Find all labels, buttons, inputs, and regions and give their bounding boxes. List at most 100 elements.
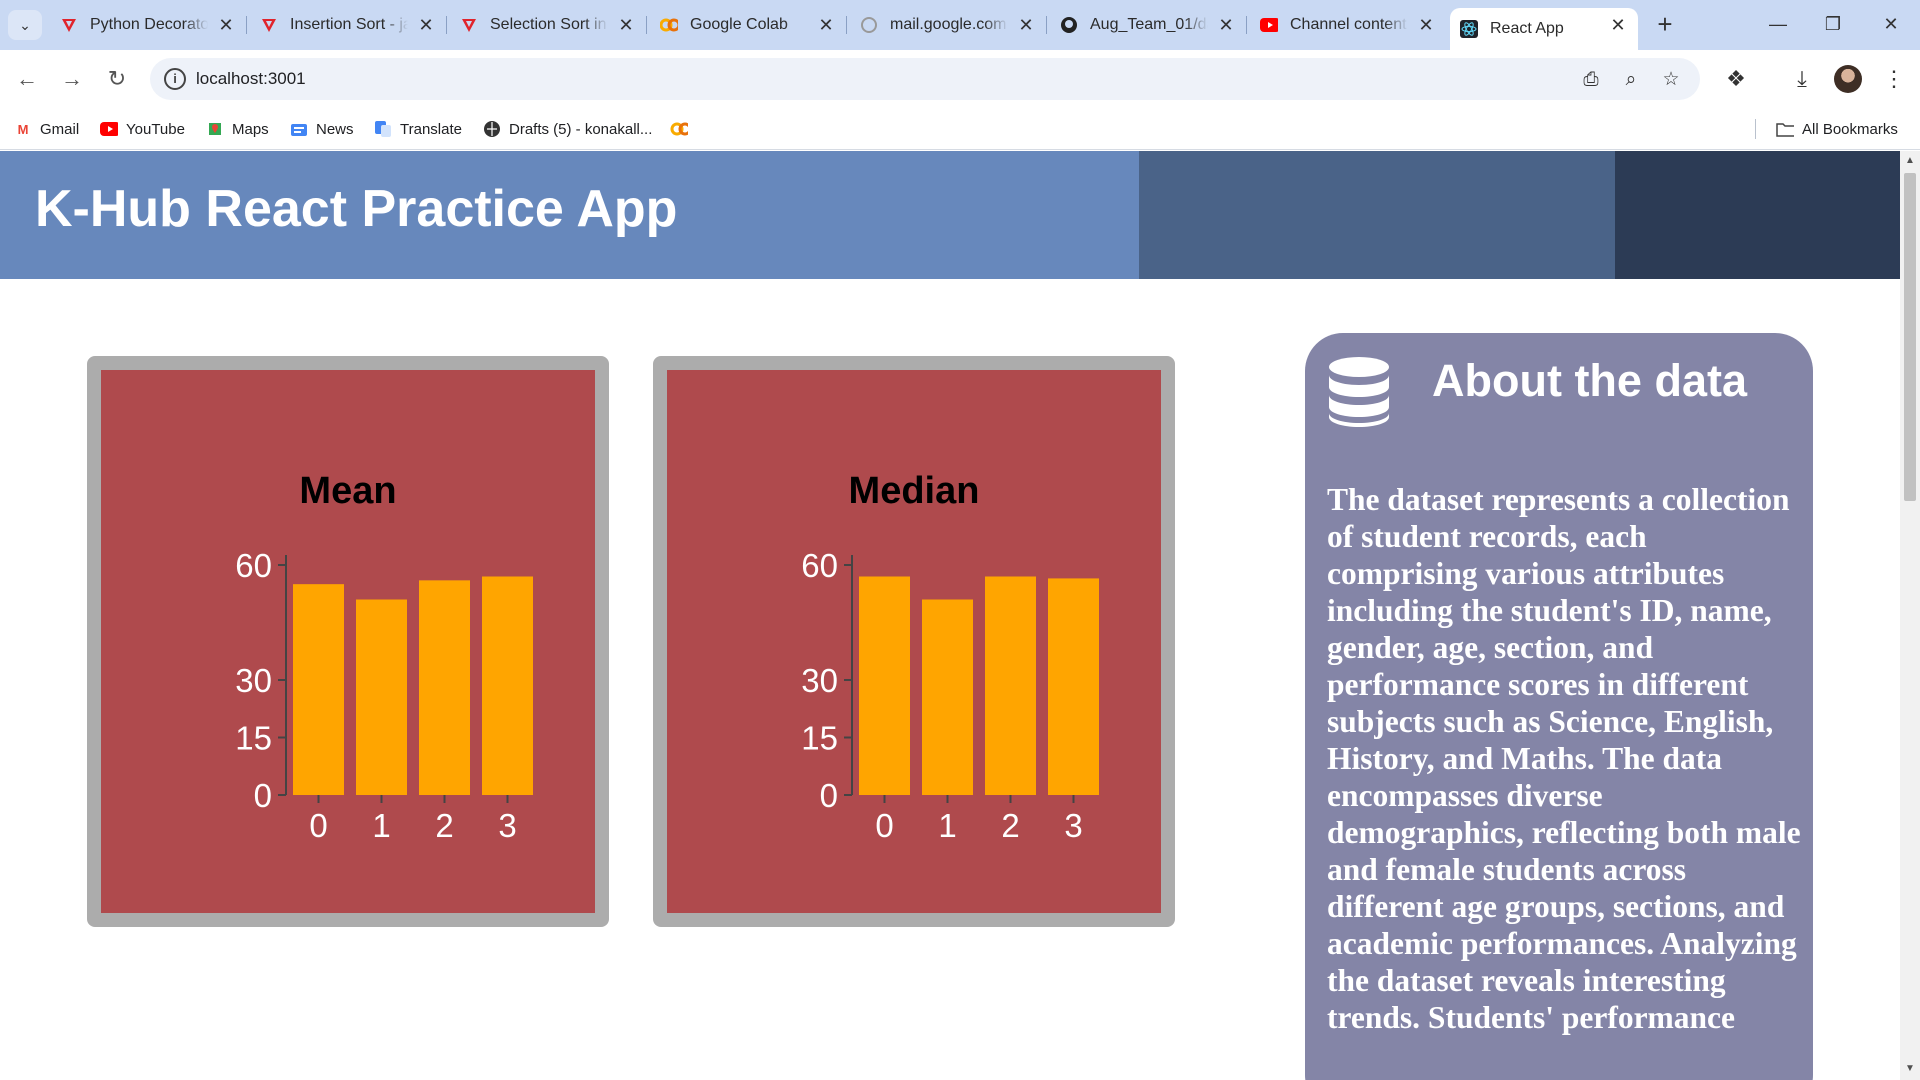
tab-python-decorators[interactable]: Python Decorators ✕ bbox=[50, 8, 247, 42]
bookmark-gmail[interactable]: M Gmail bbox=[14, 117, 80, 141]
colab-icon bbox=[660, 16, 678, 34]
bar-1 bbox=[356, 599, 407, 795]
mean-chart-card: Mean 0 15 30 60 0 1 2 3 bbox=[87, 356, 609, 927]
site-info-icon[interactable]: i bbox=[164, 68, 186, 90]
bookmark-news[interactable]: News bbox=[290, 117, 354, 141]
close-icon[interactable]: ✕ bbox=[816, 15, 836, 35]
scroll-up-arrow-icon[interactable]: ▲ bbox=[1904, 155, 1916, 167]
median-chart-card: Median 0 15 30 60 0 1 2 3 bbox=[653, 356, 1175, 927]
all-bookmarks-label: All Bookmarks bbox=[1802, 120, 1898, 138]
about-text: The dataset represents a collection of s… bbox=[1327, 482, 1801, 1035]
bookmark-label: Maps bbox=[232, 120, 269, 138]
x-tick-label: 0 bbox=[309, 807, 327, 844]
tab-search-button[interactable]: ⌄ bbox=[8, 10, 42, 40]
x-tick-label: 3 bbox=[1064, 807, 1082, 844]
about-data-panel: About the data The dataset represents a … bbox=[1305, 333, 1813, 1080]
tab-selection-sort[interactable]: Selection Sort in ✕ bbox=[450, 8, 647, 42]
bookmarks-bar: M Gmail YouTube Maps News Translate Draf… bbox=[0, 108, 1920, 150]
chevron-down-icon: ⌄ bbox=[19, 16, 31, 33]
tab-channel-content[interactable]: Channel content ✕ bbox=[1250, 8, 1446, 42]
bookmark-label: Gmail bbox=[40, 120, 80, 138]
bar-3 bbox=[1048, 578, 1099, 795]
y-tick-label: 30 bbox=[235, 662, 272, 699]
close-icon[interactable]: ✕ bbox=[616, 15, 636, 35]
bookmark-star-icon[interactable]: ☆ bbox=[1658, 67, 1684, 93]
close-icon[interactable]: ✕ bbox=[1416, 15, 1436, 35]
tab-react-app[interactable]: React App ✕ bbox=[1450, 8, 1638, 50]
restore-button[interactable]: ❐ bbox=[1813, 8, 1853, 40]
bookmark-label: Translate bbox=[400, 120, 462, 138]
bookmarks-separator bbox=[1755, 119, 1756, 139]
x-tick-label: 1 bbox=[372, 807, 390, 844]
y-tick-label: 0 bbox=[254, 777, 272, 814]
tab-title: Insertion Sort - javascript bbox=[290, 16, 408, 33]
tab-title: Google Colab bbox=[690, 16, 788, 33]
all-bookmarks-button[interactable]: All Bookmarks bbox=[1776, 117, 1898, 141]
y-tick-label: 0 bbox=[820, 777, 838, 814]
back-button[interactable]: ← bbox=[10, 62, 44, 96]
zoom-icon[interactable]: ⌕ bbox=[1618, 67, 1644, 93]
bookmark-drafts[interactable]: Drafts (5) - konakall... bbox=[483, 117, 652, 141]
tab-title: mail.google.com bbox=[890, 16, 1007, 33]
colab-icon bbox=[670, 121, 688, 137]
close-window-button[interactable]: ✕ bbox=[1871, 8, 1911, 40]
bookmark-maps[interactable]: Maps bbox=[206, 117, 269, 141]
globe-icon bbox=[860, 16, 878, 34]
tab-mail-google[interactable]: mail.google.com ✕ bbox=[850, 8, 1047, 42]
tab-separator bbox=[646, 16, 647, 34]
new-tab-button[interactable]: + bbox=[1650, 10, 1680, 40]
bar-0 bbox=[859, 576, 910, 795]
news-icon bbox=[290, 121, 308, 137]
close-icon[interactable]: ✕ bbox=[216, 15, 236, 35]
install-app-icon[interactable]: ⎙ bbox=[1578, 67, 1604, 93]
folder-icon bbox=[1776, 121, 1794, 137]
close-icon[interactable]: ✕ bbox=[1216, 15, 1236, 35]
bar-0 bbox=[293, 584, 344, 795]
url-text[interactable]: localhost:3001 bbox=[196, 69, 306, 89]
tab-strip: ⌄ Python Decorators ✕ Insertion Sort - j… bbox=[0, 0, 1920, 50]
menu-kebab-icon[interactable]: ⋮ bbox=[1878, 62, 1910, 96]
vercel-red-icon bbox=[260, 16, 278, 34]
y-tick-label: 60 bbox=[235, 547, 272, 584]
youtube-icon bbox=[100, 121, 118, 137]
close-icon[interactable]: ✕ bbox=[1608, 15, 1628, 35]
tab-separator bbox=[846, 16, 847, 34]
browser-toolbar: ← → ↻ i localhost:3001 ⎙ ⌕ ☆ ❖ ⤓ ⋮ bbox=[0, 50, 1920, 108]
x-tick-label: 0 bbox=[875, 807, 893, 844]
median-bar-chart: 0 15 30 60 0 1 2 3 bbox=[801, 547, 1099, 844]
tab-github[interactable]: Aug_Team_01/data ✕ bbox=[1050, 8, 1247, 42]
y-tick-label: 15 bbox=[235, 720, 272, 757]
y-tick-label: 60 bbox=[801, 547, 838, 584]
download-icon[interactable]: ⤓ bbox=[1786, 62, 1818, 96]
forward-button[interactable]: → bbox=[55, 62, 89, 96]
reload-button[interactable]: ↻ bbox=[100, 62, 134, 96]
bookmark-label: YouTube bbox=[126, 120, 185, 138]
close-icon[interactable]: ✕ bbox=[1016, 15, 1036, 35]
bar-2 bbox=[985, 576, 1036, 795]
bookmark-translate[interactable]: Translate bbox=[374, 117, 462, 141]
scroll-down-arrow-icon[interactable]: ▼ bbox=[1904, 1063, 1916, 1075]
gmail-icon: M bbox=[17, 121, 29, 137]
profile-avatar[interactable] bbox=[1834, 65, 1862, 93]
translate-icon bbox=[374, 121, 392, 137]
tab-insertion-sort[interactable]: Insertion Sort - javascript ✕ bbox=[250, 8, 447, 42]
page-title: K-Hub React Practice App bbox=[35, 180, 678, 238]
header-band-right bbox=[1615, 151, 1900, 279]
mean-bar-chart: 0 15 30 60 0 1 2 3 bbox=[235, 547, 533, 844]
x-tick-label: 2 bbox=[435, 807, 453, 844]
x-tick-label: 3 bbox=[498, 807, 516, 844]
tab-google-colab[interactable]: Google Colab ✕ bbox=[650, 8, 847, 42]
tab-title: React App bbox=[1490, 20, 1564, 37]
bookmark-colab[interactable] bbox=[670, 117, 696, 141]
app-header: K-Hub React Practice App bbox=[0, 151, 1900, 279]
extensions-icon[interactable]: ❖ bbox=[1720, 62, 1752, 96]
scrollbar-thumb[interactable] bbox=[1904, 173, 1916, 501]
y-tick-label: 15 bbox=[801, 720, 838, 757]
close-icon[interactable]: ✕ bbox=[416, 15, 436, 35]
address-bar[interactable]: i localhost:3001 ⎙ ⌕ ☆ bbox=[150, 58, 1700, 100]
page-scrollbar[interactable]: ▲ ▼ bbox=[1900, 151, 1920, 1080]
maps-icon bbox=[206, 121, 224, 137]
bookmark-youtube[interactable]: YouTube bbox=[100, 117, 185, 141]
vercel-red-icon bbox=[460, 16, 478, 34]
minimize-button[interactable]: — bbox=[1758, 8, 1798, 40]
